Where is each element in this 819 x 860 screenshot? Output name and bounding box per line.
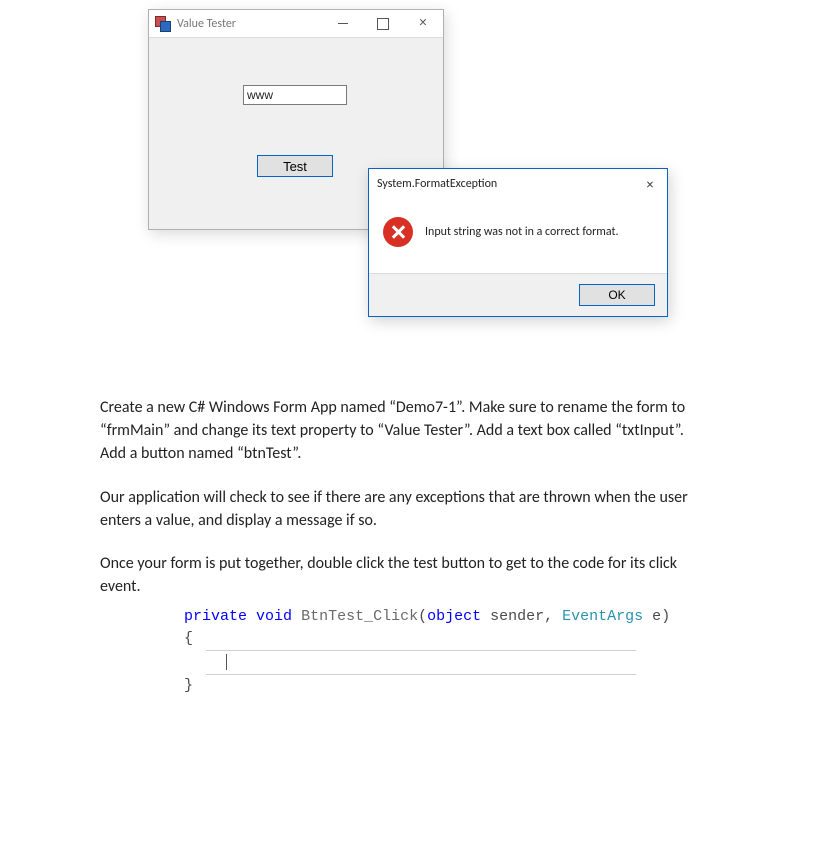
code-line-3 xyxy=(206,650,636,675)
code-block: private void BtnTest_Click(object sender… xyxy=(184,606,664,697)
window-title: Value Tester xyxy=(177,17,236,31)
dialog-body: Input string was not in a correct format… xyxy=(369,199,667,273)
close-button[interactable]: × xyxy=(403,10,443,38)
close-icon: × xyxy=(419,16,426,31)
txtinput-field[interactable] xyxy=(243,85,347,105)
document-body: Create a new C# Windows Form App named “… xyxy=(100,396,700,618)
dialog-button-row: OK xyxy=(369,273,667,316)
app-icon xyxy=(155,16,171,32)
error-icon xyxy=(383,217,413,247)
dialog-titlebar: System.FormatException × xyxy=(369,169,667,199)
text-caret xyxy=(226,654,227,670)
dialog-title: System.FormatException xyxy=(377,177,497,191)
paragraph-3: Once your form is put together, double c… xyxy=(100,552,700,598)
code-line-1: private void BtnTest_Click(object sender… xyxy=(184,606,664,628)
maximize-button[interactable] xyxy=(363,10,403,38)
minimize-button[interactable] xyxy=(323,10,363,38)
test-button[interactable]: Test xyxy=(257,155,333,177)
maximize-icon xyxy=(377,18,389,30)
error-dialog: System.FormatException × Input string wa… xyxy=(368,168,668,317)
minimize-icon xyxy=(338,23,348,24)
paragraph-1: Create a new C# Windows Form App named “… xyxy=(100,396,700,466)
code-line-4: } xyxy=(184,675,664,697)
dialog-close-button[interactable]: × xyxy=(641,175,659,193)
code-line-2: { xyxy=(184,628,664,650)
ok-button[interactable]: OK xyxy=(579,284,655,306)
titlebar: Value Tester × xyxy=(149,10,443,38)
dialog-message: Input string was not in a correct format… xyxy=(425,225,619,239)
paragraph-2: Our application will check to see if the… xyxy=(100,486,700,532)
